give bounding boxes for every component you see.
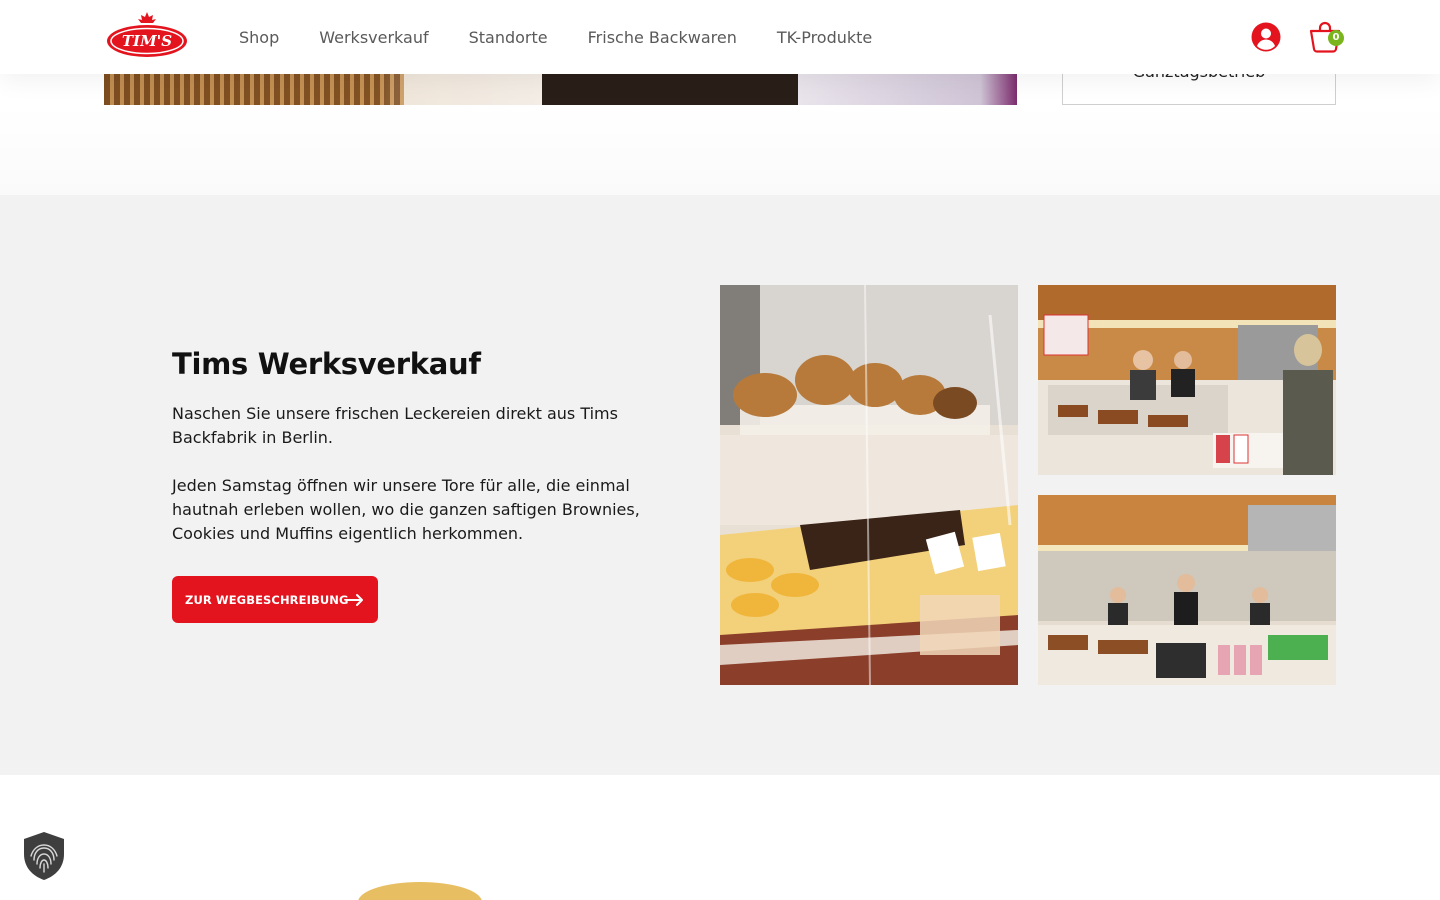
nav-standorte[interactable]: Standorte <box>469 28 548 47</box>
product-image-partial <box>358 882 482 900</box>
next-section <box>0 775 1440 900</box>
main-nav: Shop Werksverkauf Standorte Frische Back… <box>239 0 872 74</box>
bakery-team-photo <box>1038 495 1336 685</box>
nav-werksverkauf[interactable]: Werksverkauf <box>319 28 428 47</box>
section-divider <box>0 105 1440 195</box>
account-icon[interactable] <box>1250 21 1282 53</box>
nav-shop[interactable]: Shop <box>239 28 279 47</box>
nav-tk-produkte[interactable]: TK-Produkte <box>777 28 872 47</box>
arrow-right-icon <box>345 594 363 606</box>
logo-text: TIM'S <box>122 32 172 50</box>
cart-count-badge: 0 <box>1328 30 1344 46</box>
nav-frische-backwaren[interactable]: Frische Backwaren <box>588 28 737 47</box>
site-header: TIM'S Shop Werksverkauf Standorte Frisch… <box>0 0 1440 74</box>
directions-button-label: ZUR WEGBESCHREIBUNG <box>185 592 349 607</box>
bakery-display-photo <box>720 285 1018 685</box>
fingerprint-icon[interactable] <box>20 830 68 882</box>
section-title: Tims Werksverkauf <box>172 347 481 381</box>
directions-button[interactable]: ZUR WEGBESCHREIBUNG <box>172 576 378 623</box>
description-paragraph: Jeden Samstag öffnen wir unsere Tore für… <box>172 476 640 543</box>
hero-photo-strip <box>104 74 1017 105</box>
intro-paragraph: Naschen Sie unsere frischen Leckereien d… <box>172 404 618 447</box>
bakery-shop-photo <box>1038 285 1336 475</box>
tims-logo[interactable]: TIM'S <box>105 10 189 60</box>
